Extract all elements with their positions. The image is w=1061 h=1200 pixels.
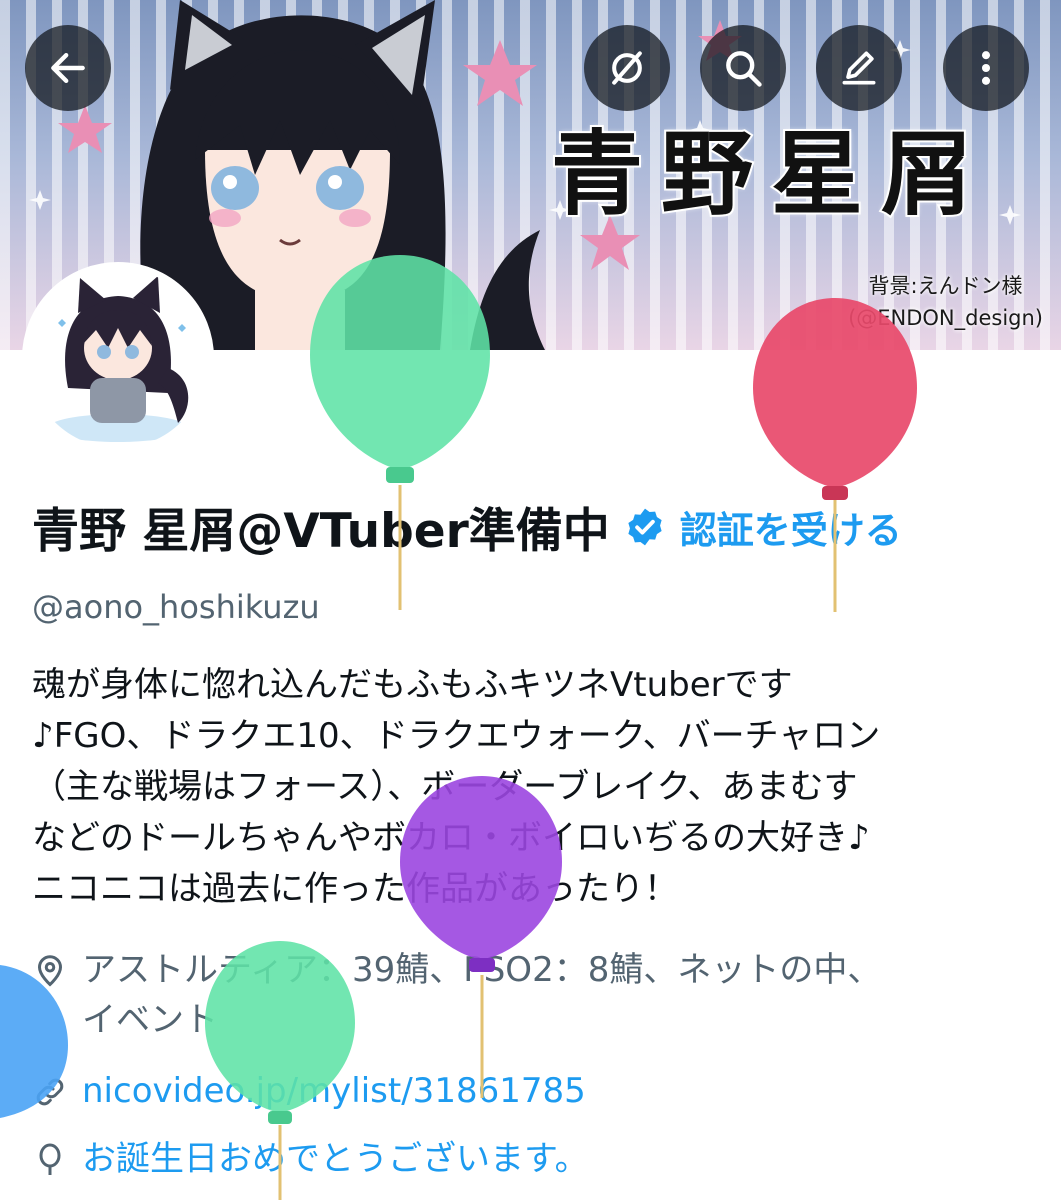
balloon-green-2 <box>205 941 355 1200</box>
balloon-green-1 <box>310 255 490 610</box>
edit-button[interactable] <box>816 25 902 111</box>
more-button[interactable] <box>943 25 1029 111</box>
user-handle: @aono_hoshikuzu <box>32 588 320 626</box>
avatar[interactable] <box>22 262 214 454</box>
search-button[interactable] <box>700 25 786 111</box>
balloon-red <box>753 298 917 612</box>
back-button[interactable] <box>25 25 111 111</box>
balloon-blue <box>0 965 68 1118</box>
bio-line: ♪FGO、ドラクエ10、ドラクエウォーク、バーチャロン <box>32 716 881 756</box>
back-arrow-icon <box>51 52 85 84</box>
more-vertical-icon <box>981 51 991 85</box>
mute-button[interactable] <box>584 25 670 111</box>
bio-line: 魂が身体に惚れ込んだもふもふキツネVtuberです <box>32 665 793 705</box>
pencil-icon <box>842 51 876 85</box>
eye-slash-icon <box>612 51 642 85</box>
search-icon <box>726 51 762 87</box>
balloon-purple <box>400 776 562 1098</box>
avatar-image <box>28 268 208 448</box>
banner-title: 青野星屑 <box>549 119 991 230</box>
verified-badge-icon[interactable] <box>624 506 666 548</box>
balloon-icon <box>39 1143 61 1175</box>
